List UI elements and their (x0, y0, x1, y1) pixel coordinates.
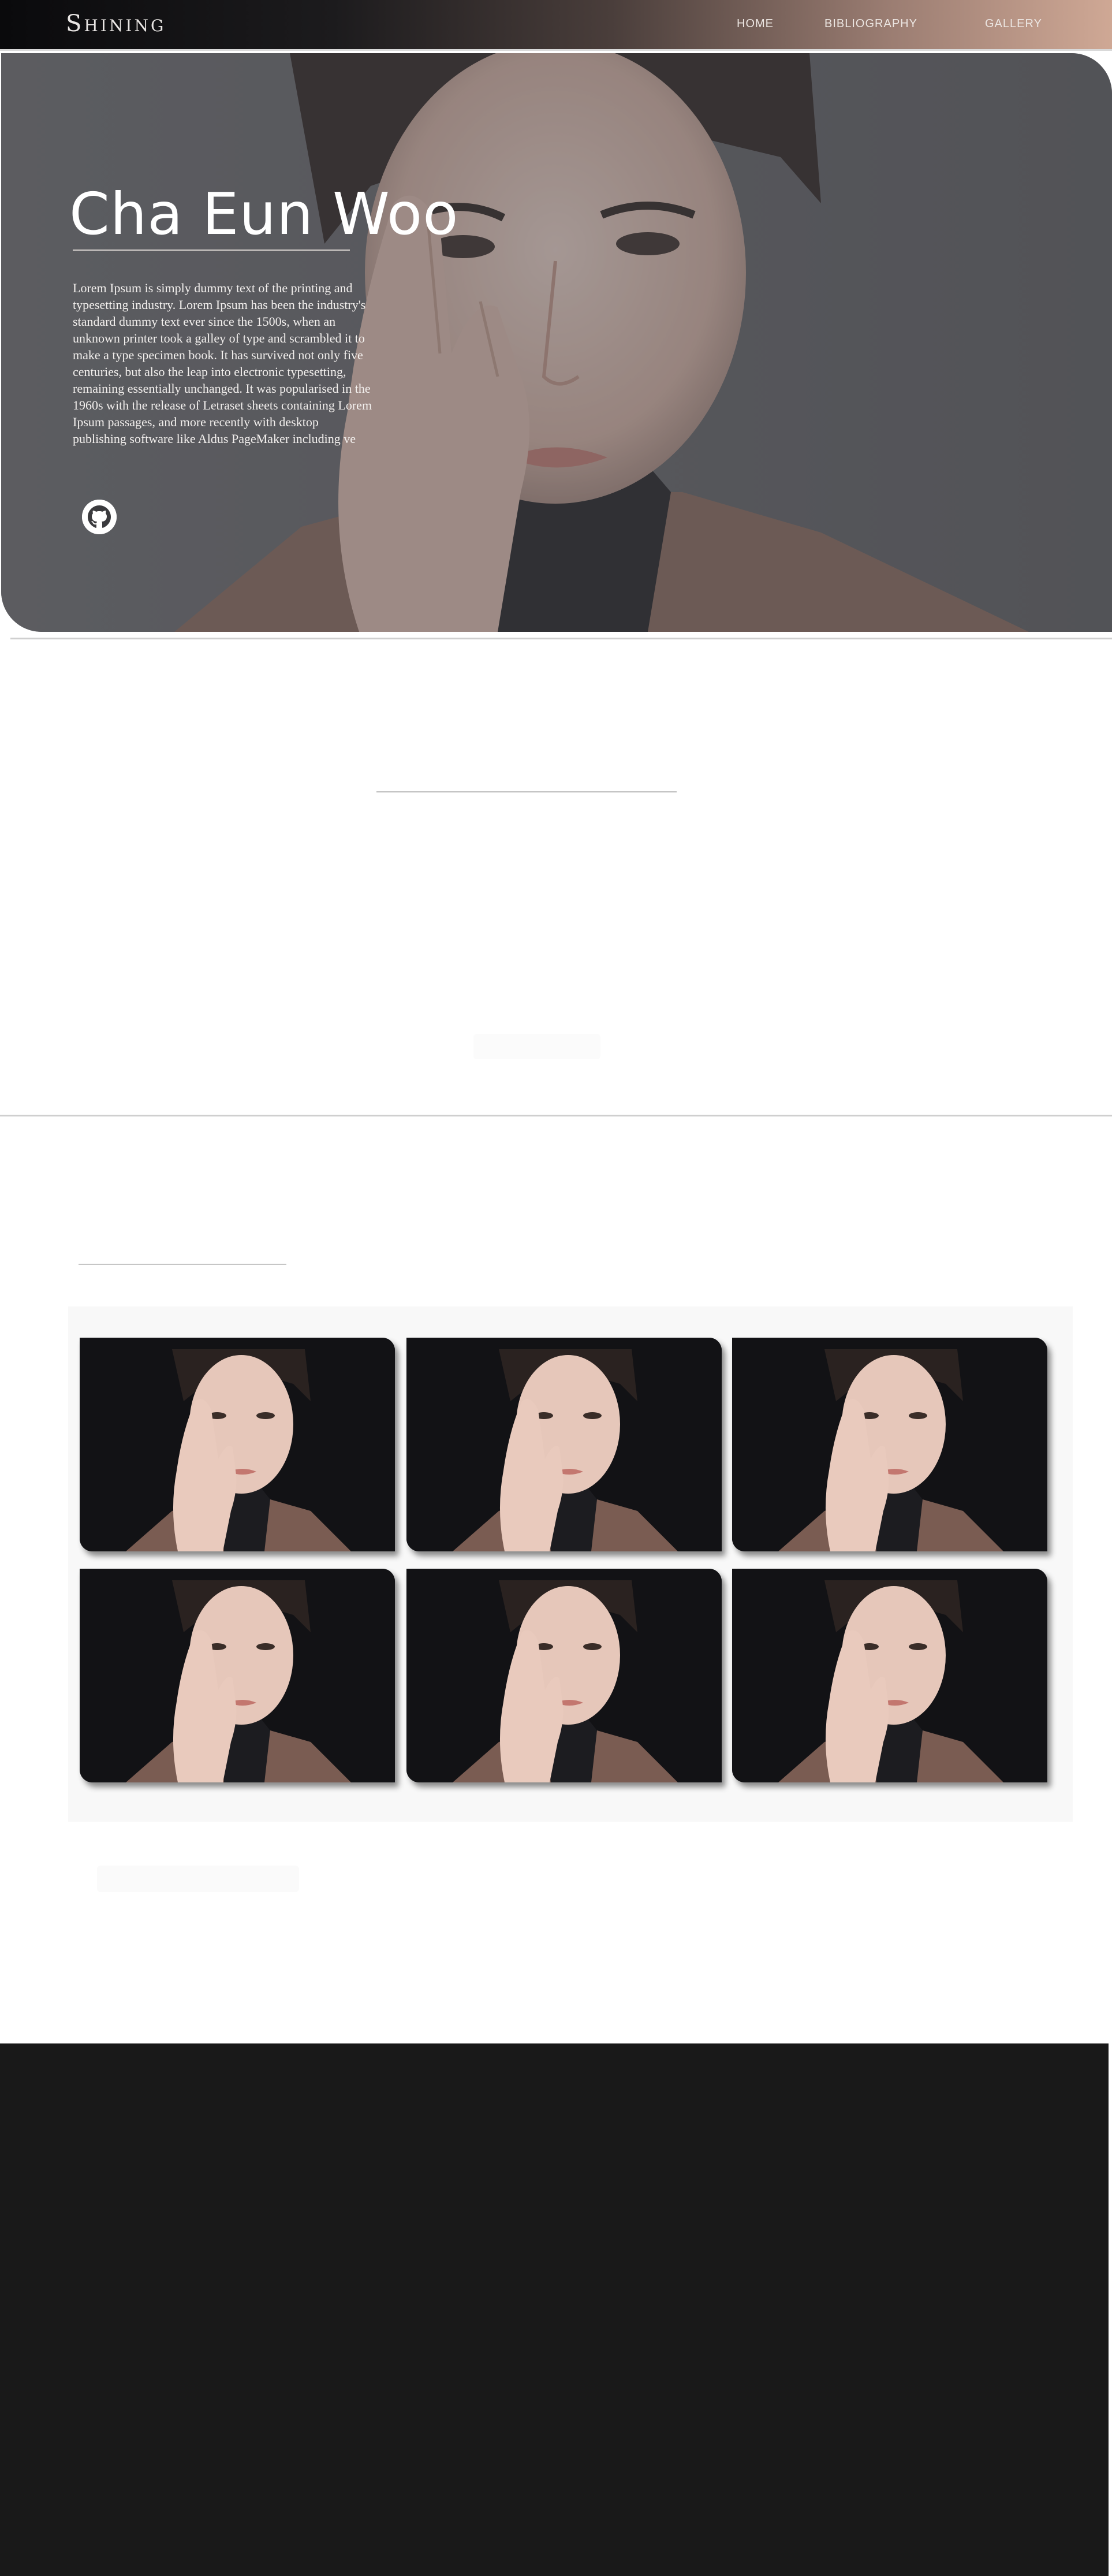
gallery-faint-element (97, 1866, 299, 1892)
portrait-thumbnail-image (406, 1338, 722, 1551)
bibliography-title-underline (376, 791, 677, 792)
bibliography-faint-element (473, 1034, 600, 1059)
hero-title-underline (73, 250, 350, 251)
nav-link-home[interactable]: HOME (737, 17, 818, 31)
portrait-thumbnail-image (80, 1569, 395, 1782)
hero-section: Cha Eun Woo Lorem Ipsum is simply dummy … (1, 53, 1112, 632)
brand-logo[interactable]: Shining (66, 10, 166, 37)
gallery-title-underline (79, 1264, 286, 1265)
portrait-thumbnail-image (406, 1569, 722, 1782)
section-divider (10, 638, 1112, 639)
github-icon[interactable] (82, 500, 117, 534)
gallery-photo[interactable] (732, 1569, 1047, 1782)
nav-link-bibliography[interactable]: BIBLIOGRAPHY (824, 17, 951, 31)
portrait-thumbnail-image (80, 1338, 395, 1551)
github-icon-glyph (82, 500, 117, 534)
gallery-photo[interactable] (406, 1569, 722, 1782)
gallery-photo[interactable] (732, 1338, 1047, 1551)
hero-title: Cha Eun Woo (69, 180, 459, 248)
footer (0, 2043, 1109, 2576)
portrait-thumbnail-image (732, 1338, 1047, 1551)
gallery-photo[interactable] (406, 1338, 722, 1551)
navbar: Shining HOME BIBLIOGRAPHY GALLERY (0, 0, 1112, 51)
nav-link-gallery[interactable]: GALLERY (985, 17, 1048, 31)
gallery-grid (68, 1306, 1073, 1822)
section-divider (0, 1115, 1112, 1116)
portrait-thumbnail-image (732, 1569, 1047, 1782)
page: Shining HOME BIBLIOGRAPHY GALLERY Cha Eu… (0, 0, 1112, 2576)
hero-description: Lorem Ipsum is simply dummy text of the … (73, 281, 372, 446)
gallery-photo[interactable] (80, 1569, 395, 1782)
gallery-photo[interactable] (80, 1338, 395, 1551)
